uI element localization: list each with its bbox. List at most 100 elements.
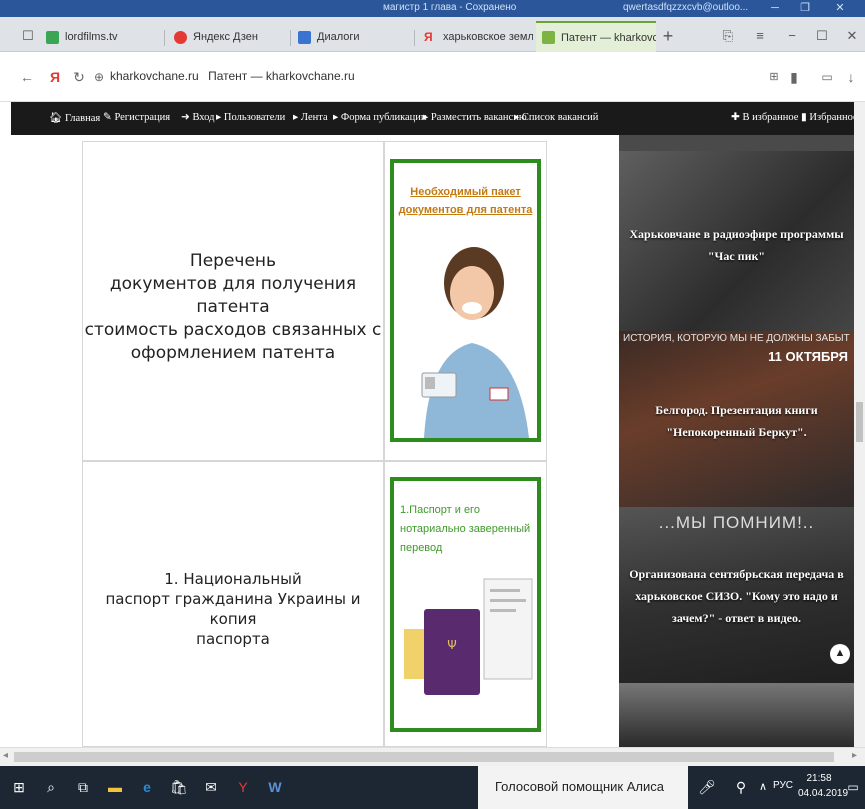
- tabs-overview-icon[interactable]: ☐: [18, 26, 38, 46]
- clock-time: 21:58: [806, 773, 832, 784]
- image-title-line: нотариально заверенный: [400, 523, 531, 535]
- zen-favicon-icon: [174, 30, 187, 44]
- nav-post-vacancy[interactable]: ▸ Разместить вакансию: [423, 111, 527, 123]
- tab-label: харьковское землячест: [443, 31, 533, 43]
- nav-login-label: Вход: [192, 112, 215, 123]
- nav-users-label: Пользователи: [223, 112, 286, 123]
- scroll-right-icon[interactable]: ▸: [852, 750, 857, 761]
- nav-home[interactable]: 🏠︎ Главная: [49, 111, 100, 124]
- dialogs-favicon-icon: [298, 30, 311, 44]
- scroll-up-icon[interactable]: ▲: [830, 644, 850, 664]
- bookmark-icon[interactable]: ▮: [785, 68, 803, 86]
- yandex-browser-icon[interactable]: Y: [232, 776, 254, 798]
- document-title: магистр 1 глава - Сохранено: [383, 2, 517, 13]
- clock-date: 04.04.2019: [798, 788, 849, 799]
- nav-register-label: Регистрация: [114, 112, 171, 123]
- sidebar-item-photo[interactable]: [619, 683, 854, 747]
- site-navigation: 🏠︎ Главная ✎ Регистрация ➜ Вход ▸ Пользо…: [11, 102, 858, 135]
- nav-post-vacancy-label: Разместить вакансию: [430, 112, 527, 123]
- sidebar-item-sizo[interactable]: ...МЫ ПОМНИМ!.. Организована сентябрьска…: [619, 507, 854, 683]
- input-language[interactable]: РУС: [773, 780, 793, 791]
- people-icon[interactable]: ⚲: [730, 776, 752, 798]
- alice-voice-assistant[interactable]: Голосовой помощник Алиса: [478, 766, 688, 809]
- account-label: qwertasdfqzzxcvb@outloo...: [623, 2, 749, 13]
- nav-publish-form[interactable]: ▸ Форма публикации: [333, 111, 427, 123]
- microphone-icon[interactable]: 🎤︎: [696, 776, 718, 798]
- sidebar-caption: Организована сентябрьская передача в хар…: [619, 563, 854, 629]
- close-window-icon[interactable]: ✕: [842, 26, 862, 46]
- sidebar-item-book[interactable]: ИСТОРИЯ, КОТОРУЮ МЫ НЕ ДОЛЖНЫ ЗАБЫТЬ 11 …: [619, 331, 854, 507]
- caption-line: Белгород. Презентация книги: [655, 403, 818, 417]
- url-page-title: Патент — kharkovchane.ru: [208, 69, 355, 83]
- caption-line: зачем?" - ответ в видео.: [672, 611, 801, 625]
- nav-feed-label: Лента: [300, 112, 328, 123]
- image-title-line: 1.Паспорт и его: [400, 504, 480, 516]
- new-tab-icon[interactable]: +: [658, 26, 678, 46]
- horizontal-scrollbar[interactable]: ◂ ▸: [0, 747, 865, 766]
- image-title: Необходимый пакет документов для патента: [394, 183, 537, 219]
- tab-yandex-zen[interactable]: Яндекс Дзен: [168, 23, 288, 51]
- bookmarks-icon[interactable]: ⎘: [718, 26, 738, 46]
- heading-line: документов для получения патента: [109, 274, 357, 317]
- caption-line: Харьковчане в радиоэфире программы: [629, 227, 844, 241]
- edge-icon[interactable]: e: [136, 776, 158, 798]
- scroll-thumb[interactable]: [14, 752, 834, 762]
- tab-kharkov-community[interactable]: Я харьковское землячест: [418, 23, 533, 51]
- store-icon[interactable]: 🛍︎: [168, 776, 190, 798]
- caption-line: Организована сентябрьская передача в: [629, 567, 844, 581]
- nav-register[interactable]: ✎ Регистрация: [103, 111, 170, 123]
- event-date: 11 ОКТЯБРЯ: [768, 349, 848, 364]
- download-icon[interactable]: ↓: [842, 68, 860, 86]
- scroll-thumb[interactable]: [856, 402, 863, 442]
- restore-icon[interactable]: ❐: [790, 0, 820, 17]
- scroll-left-icon[interactable]: ◂: [3, 750, 8, 761]
- site-info-icon[interactable]: ⊕: [90, 68, 108, 86]
- reader-mode-icon[interactable]: ⊞: [765, 68, 783, 86]
- yandex-logo-icon[interactable]: Я: [46, 68, 64, 86]
- menu-icon[interactable]: ≡: [750, 26, 770, 46]
- word-icon[interactable]: W: [264, 776, 286, 798]
- close-icon[interactable]: ✕: [825, 0, 855, 17]
- back-icon[interactable]: ←: [18, 68, 36, 86]
- clock[interactable]: 21:58 04.04.2019: [798, 771, 849, 801]
- window-title-strip: магистр 1 глава - Сохранено qwertasdfqzz…: [0, 0, 865, 17]
- heading-line: стоимость расходов связанных с: [84, 320, 382, 340]
- tab-patent-active[interactable]: Патент — kharkovch ✕: [536, 21, 656, 52]
- add-to-favorites[interactable]: ✚ В избранное: [731, 111, 798, 123]
- notifications-icon[interactable]: ▭: [842, 776, 864, 798]
- minimize-icon[interactable]: ─: [760, 0, 790, 17]
- file-explorer-icon[interactable]: ▬: [104, 776, 126, 798]
- nav-login[interactable]: ➜ Вход: [181, 111, 214, 123]
- image-title-line: Необходимый пакет: [410, 186, 521, 198]
- patent-documents-heading: Перечень документов для получения патент…: [82, 250, 384, 365]
- mail-icon[interactable]: ✉: [200, 776, 222, 798]
- heading-line: паспорт гражданина Украины и копия: [105, 590, 361, 628]
- reload-icon[interactable]: ↻: [70, 68, 88, 86]
- tab-dialogs[interactable]: Диалоги: [292, 23, 412, 51]
- nav-vacancy-list[interactable]: ▸ Список вакансий: [514, 111, 598, 123]
- vertical-scrollbar[interactable]: [854, 102, 865, 747]
- lordfilms-favicon-icon: [46, 30, 59, 44]
- nav-home-label: Главная: [64, 113, 101, 124]
- tab-label: lordfilms.tv: [65, 31, 118, 43]
- caption-line: харьковское СИЗО. "Кому это надо и: [635, 589, 838, 603]
- heading-line: 1. Национальный: [164, 570, 302, 588]
- url-domain: kharkovchane.ru: [110, 69, 199, 83]
- tray-expand-icon[interactable]: ∧: [752, 776, 774, 798]
- tab-label: Диалоги: [317, 31, 360, 43]
- nav-feed[interactable]: ▸ Лента: [293, 111, 328, 123]
- nav-users[interactable]: ▸ Пользователи: [216, 111, 285, 123]
- sidebar-item-radio[interactable]: Харьковчане в радиоэфире программы "Час …: [619, 151, 854, 331]
- nav-publish-form-label: Форма публикации: [340, 112, 427, 123]
- windows-start-icon[interactable]: ⊞: [8, 776, 30, 798]
- minimize-icon[interactable]: −: [782, 26, 802, 46]
- url-field[interactable]: kharkovchane.ru Патент — kharkovchane.ru: [110, 69, 355, 83]
- maximize-icon[interactable]: ☐: [812, 26, 832, 46]
- search-icon[interactable]: ⌕: [40, 776, 62, 798]
- tab-lordfilms[interactable]: lordfilms.tv: [40, 23, 160, 51]
- favorites-link[interactable]: ▮ Избранное: [801, 111, 858, 123]
- extensions-icon[interactable]: ▭: [818, 68, 836, 86]
- task-view-icon[interactable]: ⧉: [72, 776, 94, 798]
- main-content: Перечень документов для получения патент…: [11, 135, 619, 747]
- banner-text: ИСТОРИЯ, КОТОРУЮ МЫ НЕ ДОЛЖНЫ ЗАБЫТЬ: [623, 333, 850, 344]
